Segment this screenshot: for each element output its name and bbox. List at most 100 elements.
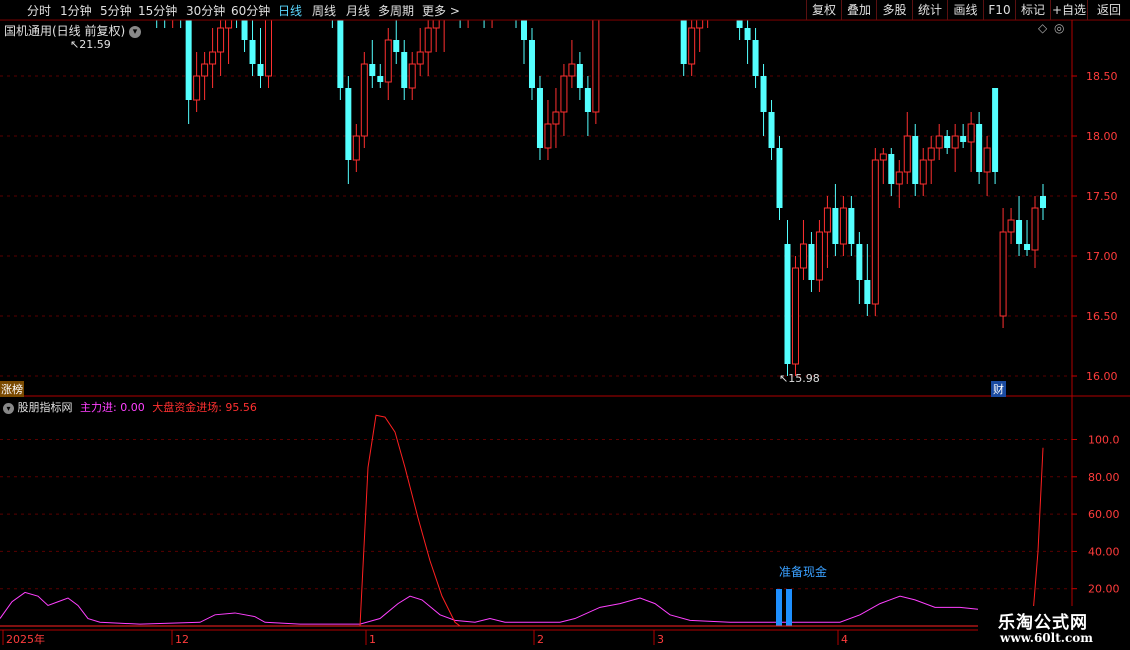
financial-badge[interactable]: 财 [991, 381, 1006, 397]
candle[interactable] [377, 64, 384, 88]
period-tab-1[interactable]: 1分钟 [60, 2, 92, 19]
candle-body [927, 147, 935, 161]
candle[interactable] [927, 136, 935, 184]
chevron-down-icon[interactable]: ▾ [3, 403, 14, 414]
candle[interactable] [201, 52, 209, 100]
candle[interactable] [960, 124, 967, 148]
candle[interactable] [1024, 220, 1031, 256]
candle[interactable] [544, 100, 552, 160]
candle[interactable] [895, 160, 903, 208]
candle[interactable] [369, 40, 376, 88]
toolbar-button-4[interactable]: 画线 [947, 0, 983, 20]
candle[interactable] [799, 220, 807, 280]
period-tab-3[interactable]: 15分钟 [138, 2, 177, 19]
candle[interactable] [967, 112, 975, 172]
candle[interactable] [776, 136, 783, 220]
candle[interactable] [832, 184, 839, 256]
candle[interactable] [752, 28, 759, 88]
candle[interactable] [864, 244, 871, 316]
indicator-name[interactable]: 股朋指标网 [18, 401, 73, 414]
period-tab-4[interactable]: 30分钟 [186, 2, 225, 19]
candle[interactable] [839, 196, 847, 256]
price-tick-label: 17.00 [1086, 250, 1118, 263]
period-tab-2[interactable]: 5分钟 [100, 2, 132, 19]
candle[interactable] [345, 76, 352, 184]
candle[interactable] [744, 16, 751, 64]
candle[interactable] [815, 220, 823, 292]
candle[interactable] [401, 40, 408, 100]
candle[interactable] [983, 136, 991, 196]
zhangbang-tag[interactable]: 涨榜 [0, 381, 24, 397]
candle[interactable] [193, 52, 201, 112]
toolbar-button-2[interactable]: 多股 [876, 0, 912, 20]
candle[interactable] [1040, 184, 1046, 220]
period-tab-5[interactable]: 60分钟 [231, 2, 270, 19]
candle[interactable] [912, 124, 919, 196]
candle[interactable] [568, 40, 576, 88]
candle[interactable] [768, 100, 775, 160]
candle[interactable] [384, 28, 392, 100]
period-tab-7[interactable]: 周线 [312, 2, 336, 19]
candle-body [912, 136, 919, 184]
candle[interactable] [352, 124, 360, 172]
candle[interactable] [576, 52, 583, 100]
candle[interactable] [760, 64, 767, 136]
period-tab-8[interactable]: 月线 [346, 2, 370, 19]
candle[interactable] [209, 28, 217, 88]
candle[interactable] [919, 148, 927, 196]
stock-title[interactable]: 国机通用(日线 前复权) ▾ [4, 22, 142, 39]
candle[interactable] [536, 76, 543, 160]
candle[interactable] [808, 232, 815, 292]
chevron-down-icon[interactable]: ▾ [129, 25, 142, 38]
candle-body [864, 280, 871, 304]
more-periods-button[interactable]: 更多 > [422, 2, 460, 19]
candle[interactable] [951, 124, 959, 172]
candle[interactable] [976, 112, 983, 184]
period-tab-0[interactable]: 分时 [27, 2, 51, 19]
candle[interactable] [903, 112, 911, 184]
candle-body [776, 148, 783, 208]
candle[interactable] [888, 148, 895, 196]
toolbar-button-3[interactable]: 统计 [912, 0, 947, 20]
candle[interactable] [688, 16, 696, 76]
toolbar-button-7[interactable]: +自选 [1050, 0, 1087, 20]
candle[interactable] [1016, 196, 1023, 256]
candle[interactable] [823, 196, 831, 268]
candle-body [249, 40, 256, 64]
candle[interactable] [393, 16, 400, 64]
settings-circle-icon[interactable]: ◎ [1054, 21, 1064, 35]
candle[interactable] [584, 76, 591, 136]
candle[interactable] [560, 64, 568, 136]
candle[interactable] [871, 148, 879, 316]
candle[interactable] [552, 88, 560, 148]
candle[interactable] [416, 28, 424, 76]
candle[interactable] [257, 28, 264, 88]
candle[interactable] [935, 124, 943, 160]
candle[interactable] [944, 130, 951, 154]
toolbar-button-8[interactable]: 返回 [1087, 0, 1130, 20]
zhuli-value: 主力进: 0.00 [80, 401, 145, 414]
candle[interactable] [528, 28, 535, 100]
candle[interactable] [879, 148, 887, 184]
diamond-icon[interactable]: ◇ [1038, 21, 1047, 35]
period-tab-6[interactable]: 日线 [278, 2, 302, 19]
candle[interactable] [856, 232, 863, 304]
candlestick-series[interactable] [2, 0, 1046, 376]
candle[interactable] [185, 4, 192, 124]
period-tab-9[interactable]: 多周期 [378, 2, 414, 19]
toolbar-button-6[interactable]: 标记 [1015, 0, 1050, 20]
candle[interactable] [791, 256, 799, 376]
toolbar-button-1[interactable]: 叠加 [841, 0, 876, 20]
candle[interactable] [408, 52, 416, 100]
candle-body [967, 123, 975, 143]
candle[interactable] [249, 16, 256, 76]
candle[interactable] [1007, 208, 1015, 244]
toolbar-button-0[interactable]: 复权 [806, 0, 841, 20]
candle[interactable] [1031, 196, 1039, 268]
candle[interactable] [992, 88, 999, 184]
candle[interactable] [360, 52, 368, 148]
candle[interactable] [848, 196, 855, 256]
toolbar-button-5[interactable]: F10 [983, 0, 1015, 20]
candle[interactable] [999, 208, 1007, 328]
candle[interactable] [784, 220, 791, 376]
